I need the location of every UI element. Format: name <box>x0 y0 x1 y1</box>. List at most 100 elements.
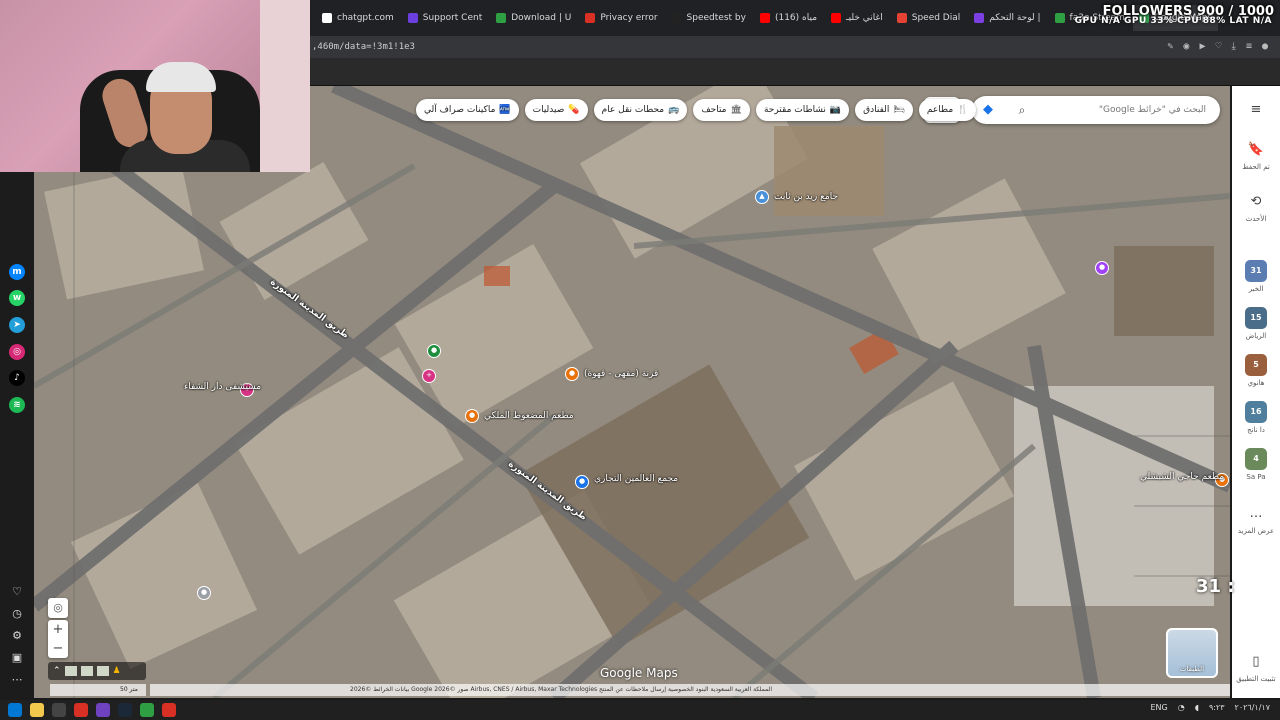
download-icon[interactable]: ⤓ <box>1232 41 1236 52</box>
rail-recent-place[interactable]: 4 Sa Pa <box>1232 448 1280 481</box>
rail-recent-place[interactable]: 5 هانوي <box>1232 354 1280 387</box>
cube-icon[interactable]: ▣ <box>9 650 25 666</box>
spotify-icon[interactable]: ≋ <box>9 397 25 413</box>
clock-time[interactable]: ٩:٢٣ <box>1209 703 1225 712</box>
zoom-in-button[interactable]: + <box>48 620 68 639</box>
search-input[interactable] <box>1036 105 1206 115</box>
whatsapp-icon[interactable]: w <box>9 290 25 306</box>
heart-icon[interactable]: ♡ <box>1215 41 1221 52</box>
pegman-icon[interactable]: ♟ <box>113 666 121 676</box>
profile-icon[interactable]: ● <box>1262 41 1268 52</box>
browser-tab[interactable]: لوحة التحكم | <box>968 5 1046 31</box>
shop-pin-icon[interactable]: ● <box>1095 261 1109 275</box>
maps-search-box[interactable]: ◆ ⌕ <box>972 96 1220 124</box>
edit-icon[interactable]: ✎ <box>1167 41 1173 52</box>
browser-tab[interactable]: Privacy error <box>579 5 663 31</box>
hospital-pin-icon[interactable]: + <box>422 369 436 383</box>
expand-icon[interactable]: ⌃ <box>53 666 61 676</box>
place-label: دا نانج <box>1247 426 1265 434</box>
place-label: الخبر <box>1248 285 1264 293</box>
opera-icon[interactable] <box>74 703 88 717</box>
rail-menu[interactable]: ≡ <box>1232 100 1280 123</box>
rail-recent-place[interactable]: 16 دا نانج <box>1232 401 1280 434</box>
more-dots-icon[interactable]: ⋯ <box>9 672 25 688</box>
messenger-icon[interactable]: m <box>9 264 25 280</box>
hamburger-icon[interactable]: ≡ <box>1246 100 1266 120</box>
category-chip[interactable]: ماكينات صراف آلي 🏧 <box>416 99 519 121</box>
browser-tab[interactable]: Speed Dial <box>891 5 967 31</box>
chip-label: الفنادق <box>863 105 890 115</box>
category-chip[interactable]: متاحف 🏛 <box>693 99 750 121</box>
tab-favicon-icon <box>407 13 418 23</box>
browser-tab[interactable]: Speedtest by <box>666 5 752 31</box>
layer-thumb[interactable] <box>64 666 77 676</box>
language-indicator[interactable]: ENG <box>1150 703 1167 712</box>
place-label[interactable]: مستشفى دار الشفاء <box>184 382 261 392</box>
place-label[interactable]: جامع زيد بن ثابت <box>774 192 838 202</box>
instagram-icon[interactable]: ◎ <box>9 344 25 360</box>
telegram-icon[interactable]: ➤ <box>9 317 25 333</box>
layers-button[interactable]: الطبقات <box>1166 628 1218 678</box>
gear-icon[interactable]: ⚙ <box>9 628 25 644</box>
directions-icon[interactable]: ◆ <box>980 102 996 118</box>
heart-icon[interactable]: ♡ <box>9 584 25 600</box>
zoom-out-button[interactable]: − <box>48 639 68 658</box>
app-icon[interactable] <box>162 703 176 717</box>
clock-icon[interactable]: ◷ <box>9 606 25 622</box>
category-chip[interactable]: محطات نقل عام 🚌 <box>593 99 688 121</box>
browser-tab[interactable]: Support Cent <box>402 5 489 31</box>
restaurant-pin-icon[interactable]: ● <box>465 409 479 423</box>
file-explorer-icon[interactable] <box>30 703 44 717</box>
menu-icon[interactable]: ≡ <box>1246 41 1252 52</box>
my-location-button[interactable]: ◎ <box>48 598 68 618</box>
more-icon: … <box>1249 506 1263 521</box>
place-label[interactable]: مجمع العالمين التجاري <box>594 474 678 484</box>
shopping-pin-icon[interactable]: ● <box>575 475 589 489</box>
map-attribution: بيانات الخرائط ©2026 Google صور ©2026 Ai… <box>150 684 1230 696</box>
park-pin-icon[interactable]: ● <box>427 344 441 358</box>
layer-thumb[interactable] <box>80 666 93 676</box>
satellite-map[interactable]: طريق المدينة المنورة طريق المدينة المنور… <box>34 86 1230 698</box>
place-label[interactable]: مطعم المضغوط الملكي <box>484 411 574 421</box>
layer-thumb[interactable] <box>96 666 109 676</box>
map-scale[interactable]: 50 متر <box>50 684 146 696</box>
browser-tab[interactable]: اغاني خليـ <box>825 5 889 31</box>
steam-icon[interactable] <box>118 703 132 717</box>
browser-tab[interactable]: (116) مياه <box>754 5 823 31</box>
browser-tab[interactable]: Download | U <box>490 5 577 31</box>
category-chip[interactable]: نشاطات مقترحة 📷 <box>755 99 850 121</box>
rail-recent[interactable]: ⟲ الأحدث <box>1232 192 1280 223</box>
place-pin-icon[interactable]: ▲ <box>755 190 769 204</box>
category-chip[interactable]: مطاعم 🍴 <box>918 99 977 121</box>
place-thumbnail: 16 <box>1245 401 1267 423</box>
place-label[interactable]: مطعم حاجي الشبشلي <box>1140 472 1224 482</box>
quick-layers[interactable]: ⌃ ♟ <box>48 662 146 680</box>
category-chip[interactable]: صيدليات 💊 <box>524 99 588 121</box>
rail-more[interactable]: … عرض المزيد <box>1232 504 1280 535</box>
rail-install[interactable]: ▯ تثبيت التطبيق <box>1232 652 1280 683</box>
camera-icon[interactable]: ◉ <box>1183 41 1189 52</box>
category-chip[interactable]: الفنادق 🛏 <box>855 99 913 121</box>
tab-label: chatgpt.com <box>337 13 394 23</box>
volume-icon[interactable]: ◖ <box>1195 703 1199 712</box>
tiktok-icon[interactable]: ♪ <box>9 370 25 386</box>
terminal-icon[interactable] <box>140 703 154 717</box>
place-label[interactable]: قرنة (مقهى - قهوة) <box>584 369 658 379</box>
clock-date[interactable]: ٢٠٢٦/١/١٧ <box>1235 703 1270 712</box>
rail-recent-place[interactable]: 31 الخبر <box>1232 260 1280 293</box>
address-bar[interactable]: ,460m/data=!3m1!1e3 ✎ ◉ ▶ ♡ ⤓ ≡ ● <box>310 36 1280 58</box>
wifi-icon[interactable]: ◔ <box>1178 703 1185 712</box>
chip-label: ماكينات صراف آلي <box>424 105 496 115</box>
cafe-pin-icon[interactable]: ● <box>565 367 579 381</box>
obs-icon[interactable] <box>52 703 66 717</box>
url-text: ,460m/data=!3m1!1e3 <box>312 42 415 52</box>
windows-start-icon[interactable] <box>8 703 22 717</box>
rail-recent-place[interactable]: 15 الرياض <box>1232 307 1280 340</box>
discord-icon[interactable] <box>96 703 110 717</box>
browser-tab[interactable]: chatgpt.com <box>316 5 400 31</box>
building-pin-icon[interactable]: ● <box>197 586 211 600</box>
rail-saved[interactable]: 🔖 تم الحفظ <box>1232 140 1280 171</box>
play-icon[interactable]: ▶ <box>1199 41 1205 52</box>
tab-favicon-icon <box>671 13 682 23</box>
search-icon[interactable]: ⌕ <box>1014 102 1030 118</box>
